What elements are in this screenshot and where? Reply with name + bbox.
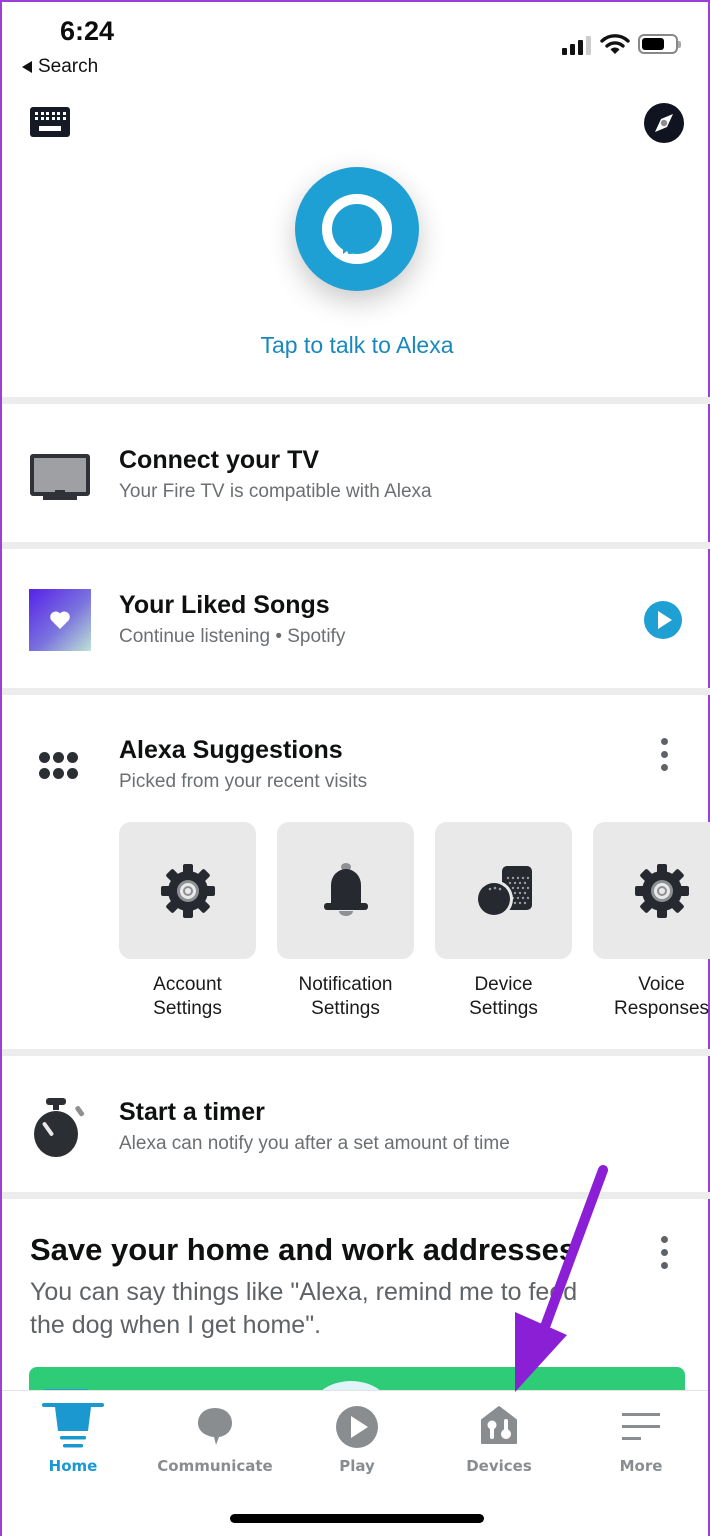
card-title: Start a timer (119, 1098, 265, 1126)
tile-label: Device Settings (469, 974, 538, 1019)
card-title: Alexa Suggestions (119, 736, 343, 764)
gear-icon (160, 863, 215, 918)
nav-label: Play (339, 1457, 375, 1475)
smart-home-icon (481, 1406, 517, 1444)
nav-tab-devices[interactable]: Devices (428, 1405, 570, 1475)
back-to-search-link[interactable]: Search (22, 56, 98, 78)
suggestions-carousel[interactable]: Account Settings Notification Settings D… (119, 822, 710, 1021)
play-button[interactable] (644, 601, 682, 639)
back-label: Search (38, 56, 99, 77)
compass-icon[interactable] (644, 103, 684, 143)
nav-label: Home (48, 1457, 98, 1475)
start-timer-card[interactable]: Start a timer Alexa can notify you after… (119, 1098, 510, 1155)
section-divider (2, 542, 710, 549)
card-title: Connect your TV (119, 446, 320, 474)
section-divider (2, 397, 710, 404)
save-addresses-title: Save your home and work addresses (30, 1232, 577, 1267)
tile-label: Account Settings (153, 974, 222, 1019)
section-divider (2, 688, 710, 695)
suggestions-dots-icon (39, 752, 78, 779)
card-subtitle: Your Fire TV is compatible with Alexa (119, 481, 432, 502)
nav-tab-communicate[interactable]: Communicate (144, 1405, 286, 1475)
suggestions-header: Alexa Suggestions Picked from your recen… (119, 736, 367, 793)
nav-label: Devices (466, 1457, 532, 1475)
alexa-ring-icon (322, 194, 392, 264)
echo-devices-icon (474, 865, 532, 918)
bell-icon (323, 862, 368, 916)
liked-songs-artwork (29, 589, 91, 651)
tv-base (43, 496, 77, 500)
card-subtitle: Picked from your recent visits (119, 771, 368, 792)
nav-label: Communicate (157, 1457, 273, 1475)
section-divider (2, 1049, 710, 1056)
suggestion-tile-account-settings[interactable]: Account Settings (119, 822, 256, 1021)
suggestion-tile-notification-settings[interactable]: Notification Settings (277, 822, 414, 1021)
card-title: Your Liked Songs (119, 591, 330, 619)
alexa-talk-button[interactable] (295, 167, 419, 291)
chat-bubble-icon (198, 1408, 232, 1445)
gear-icon (634, 863, 689, 918)
addresses-more-options-icon[interactable] (654, 1236, 674, 1269)
nav-tab-home[interactable]: Home (2, 1403, 144, 1475)
cellular-signal-icon (562, 35, 591, 55)
keyboard-icon[interactable] (30, 107, 70, 137)
home-echo-icon (55, 1407, 91, 1448)
status-time: 6:24 (60, 16, 115, 46)
suggestion-tile-voice-responses[interactable]: Voice Responses (593, 822, 710, 1021)
hamburger-menu-icon (622, 1413, 660, 1440)
nav-tab-more[interactable]: More (570, 1405, 710, 1475)
back-triangle-icon (22, 61, 32, 73)
section-divider (2, 1192, 710, 1199)
play-circle-icon (336, 1406, 378, 1448)
home-indicator[interactable] (230, 1514, 484, 1523)
card-subtitle: Alexa can notify you after a set amount … (119, 1133, 510, 1154)
suggestion-tile-device-settings[interactable]: Device Settings (435, 822, 572, 1021)
tile-label: Notification Settings (298, 974, 393, 1019)
liked-songs-card[interactable]: Your Liked Songs Continue listening • Sp… (119, 591, 345, 648)
tap-to-talk-label[interactable]: Tap to talk to Alexa (2, 332, 710, 359)
nav-label: More (619, 1457, 663, 1475)
battery-icon (638, 34, 681, 54)
wifi-icon (600, 32, 630, 60)
suggestions-more-options-icon[interactable] (654, 738, 674, 771)
tile-label: Voice Responses (613, 974, 710, 1019)
connect-tv-card[interactable]: Connect your TV Your Fire TV is compatib… (119, 446, 432, 503)
heart-icon (50, 611, 70, 629)
card-subtitle: Continue listening • Spotify (119, 626, 346, 647)
active-tab-indicator (42, 1403, 104, 1407)
nav-tab-play[interactable]: Play (286, 1405, 428, 1475)
stopwatch-icon (32, 1096, 88, 1162)
save-addresses-subtitle: You can say things like "Alexa, remind m… (30, 1278, 578, 1339)
